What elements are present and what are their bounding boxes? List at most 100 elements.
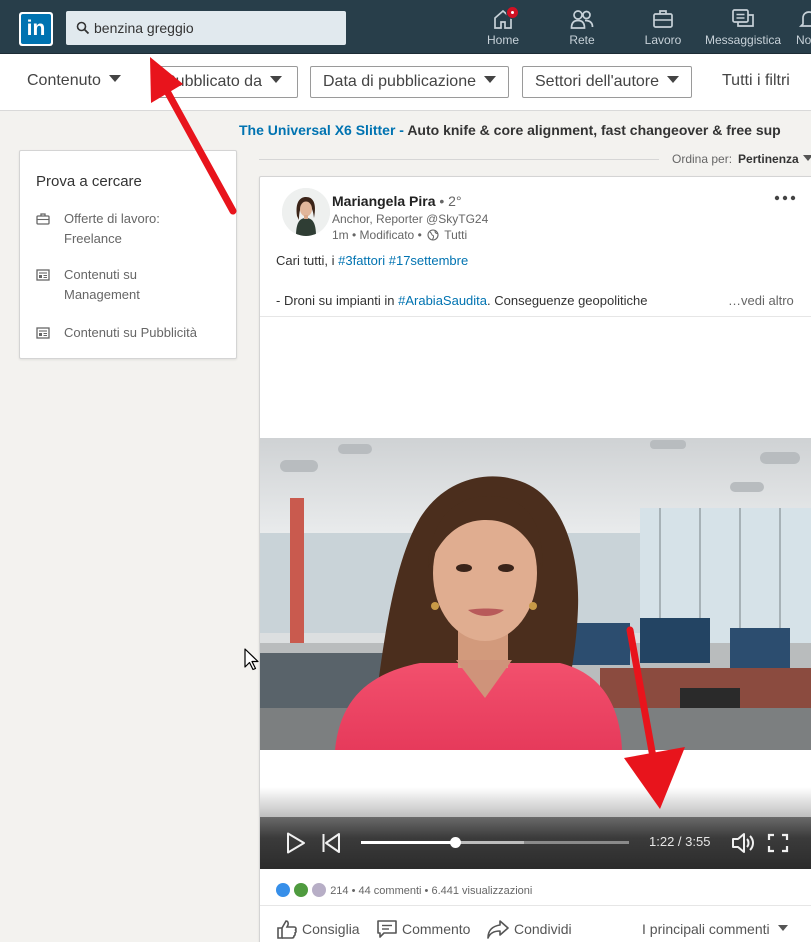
- hashtag-link[interactable]: #17settembre: [389, 253, 469, 268]
- filter-date-dropdown[interactable]: Data di pubblicazione: [310, 66, 509, 98]
- volume-icon[interactable]: [731, 832, 755, 854]
- suggestion-item-management[interactable]: Contenuti su Management: [36, 265, 226, 305]
- share-button[interactable]: Condividi: [486, 919, 572, 939]
- nav-item-jobs[interactable]: Lavoro: [643, 8, 683, 50]
- suggestion-line1: Offerte di lavoro:: [64, 211, 160, 226]
- bell-icon: [798, 11, 811, 27]
- suggestion-line2: Freelance: [64, 231, 122, 246]
- top-navigation-bar: in Home Rete Lavoro: [0, 0, 811, 54]
- skip-back-icon[interactable]: [321, 832, 341, 854]
- video-progress-bar[interactable]: [361, 837, 629, 848]
- post-text-prefix: Cari tutti, i: [276, 253, 339, 268]
- notification-badge: [506, 6, 519, 19]
- all-filters-label: Tutti i filtri: [722, 72, 790, 89]
- video-progress-fill: [361, 841, 455, 844]
- post-text2-suffix: . Conseguenze geopolitiche: [487, 293, 648, 308]
- post-text-line1: Cari tutti, i #3fattori #17settembre: [276, 253, 468, 268]
- ad-brand[interactable]: The Universal X6 Slitter -: [239, 122, 404, 138]
- search-box[interactable]: [66, 11, 346, 45]
- sort-control[interactable]: Ordina per: Pertinenza: [672, 152, 811, 166]
- author-name-text[interactable]: Mariangela Pira: [332, 193, 436, 209]
- ad-text: Auto knife & core alignment, fast change…: [403, 122, 781, 138]
- like-button[interactable]: Consiglia: [276, 919, 360, 939]
- chevron-down-icon: [269, 76, 282, 84]
- filter-published-by-dropdown[interactable]: Pubblicato da: [152, 66, 298, 98]
- avatar[interactable]: [282, 188, 330, 236]
- chevron-down-icon: [484, 76, 496, 84]
- article-icon: [36, 327, 50, 339]
- fullscreen-icon[interactable]: [767, 833, 789, 853]
- share-icon: [487, 920, 509, 939]
- nav-label-messaging: Messaggistica: [705, 33, 782, 47]
- search-filter-bar: Contenuto Pubblicato da Data di pubblica…: [0, 54, 811, 111]
- comments-sort-dropdown[interactable]: I principali commenti: [642, 921, 788, 937]
- globe-icon: [427, 229, 439, 241]
- more-options-icon[interactable]: [773, 190, 797, 206]
- nav-label-jobs: Lavoro: [644, 33, 682, 47]
- messaging-icon: [732, 9, 754, 27]
- see-more-link[interactable]: …vedi altro: [728, 293, 794, 308]
- video-scrubber-handle[interactable]: [449, 837, 461, 848]
- comment-icon: [377, 920, 397, 938]
- suggestions-title: Prova a cercare: [36, 173, 142, 190]
- author-photo: [282, 188, 330, 236]
- sort-label: Ordina per:: [672, 152, 733, 166]
- suggestions-card: Prova a cercare Offerte di lavoro: Freel…: [19, 150, 237, 359]
- chevron-down-icon: [777, 925, 788, 932]
- article-icon: [36, 269, 50, 281]
- video-controls: 1:22 / 3:55: [260, 817, 811, 869]
- post-visibility: Tutti: [444, 228, 468, 242]
- post-actions-bar: Consiglia Commento Condividi I principal…: [260, 915, 811, 942]
- sponsored-text-ad[interactable]: The Universal X6 Slitter - Auto knife & …: [239, 122, 811, 142]
- briefcase-icon: [36, 213, 50, 225]
- search-input[interactable]: [94, 18, 334, 38]
- all-filters-button[interactable]: Tutti i filtri: [722, 66, 790, 98]
- filter-published-by-label: Pubblicato da: [165, 73, 262, 90]
- author-headline: Anchor, Reporter @SkyTG24: [332, 212, 489, 226]
- chevron-down-icon: [667, 76, 680, 84]
- search-icon: [76, 21, 90, 35]
- author-name[interactable]: Mariangela Pira • 2°: [332, 193, 462, 209]
- comments-sort-label: I principali commenti: [642, 921, 770, 937]
- chevron-down-icon: [802, 154, 811, 161]
- filter-sectors-dropdown[interactable]: Settori dell'autore: [522, 66, 693, 98]
- play-icon[interactable]: [286, 832, 306, 854]
- hashtag-link[interactable]: #3fattori: [338, 253, 385, 268]
- suggestion-line2: Management: [64, 287, 140, 302]
- nav-item-notifications[interactable]: No: [796, 8, 811, 50]
- nav-item-messaging[interactable]: Messaggistica: [705, 8, 781, 50]
- curious-reaction-icon: [312, 883, 327, 897]
- nav-item-network[interactable]: Rete: [565, 8, 599, 50]
- like-label: Consiglia: [302, 921, 360, 937]
- suggestion-item-freelance[interactable]: Offerte di lavoro: Freelance: [36, 209, 226, 249]
- video-time: 1:22 / 3:55: [649, 834, 711, 849]
- suggestion-item-advertising[interactable]: Contenuti su Pubblicità: [36, 323, 226, 343]
- filter-date-label: Data di pubblicazione: [323, 73, 476, 90]
- celebrate-reaction-icon: [294, 883, 309, 897]
- filter-content-dropdown[interactable]: Contenuto: [27, 66, 121, 98]
- social-counts[interactable]: 214 • 44 commenti • 6.441 visualizzazion…: [276, 883, 532, 897]
- nav-item-home[interactable]: Home: [484, 6, 522, 50]
- feed-post: Mariangela Pira • 2° Anchor, Reporter @S…: [259, 176, 811, 942]
- suggestion-line1: Contenuti su Pubblicità: [64, 325, 197, 340]
- reactions-count[interactable]: 214: [330, 885, 348, 897]
- connection-degree: • 2°: [435, 193, 462, 209]
- comment-label: Commento: [402, 921, 471, 937]
- post-meta: 1m • Modificato • Tutti: [332, 228, 467, 242]
- linkedin-logo-text: in: [21, 14, 51, 44]
- suggestion-line1: Contenuti su: [64, 267, 137, 282]
- filter-sectors-label: Settori dell'autore: [535, 73, 660, 90]
- video-frame[interactable]: [260, 438, 811, 750]
- sort-value[interactable]: Pertinenza: [738, 152, 799, 166]
- linkedin-logo[interactable]: in: [19, 12, 53, 46]
- hashtag-link[interactable]: #ArabiaSaudita: [398, 293, 487, 308]
- comments-count[interactable]: 44 commenti: [359, 885, 422, 897]
- post-text-line2: - Droni su impianti in #ArabiaSaudita. C…: [276, 293, 796, 308]
- filter-content-label: Contenuto: [27, 72, 101, 89]
- comment-button[interactable]: Commento: [376, 919, 470, 939]
- nav-label-notifications: No: [796, 33, 811, 47]
- video-player[interactable]: 1:22 / 3:55: [260, 317, 811, 869]
- like-reaction-icon: [276, 883, 290, 897]
- views-count: 6.441 visualizzazioni: [431, 885, 533, 897]
- mouse-cursor-icon: [244, 648, 259, 671]
